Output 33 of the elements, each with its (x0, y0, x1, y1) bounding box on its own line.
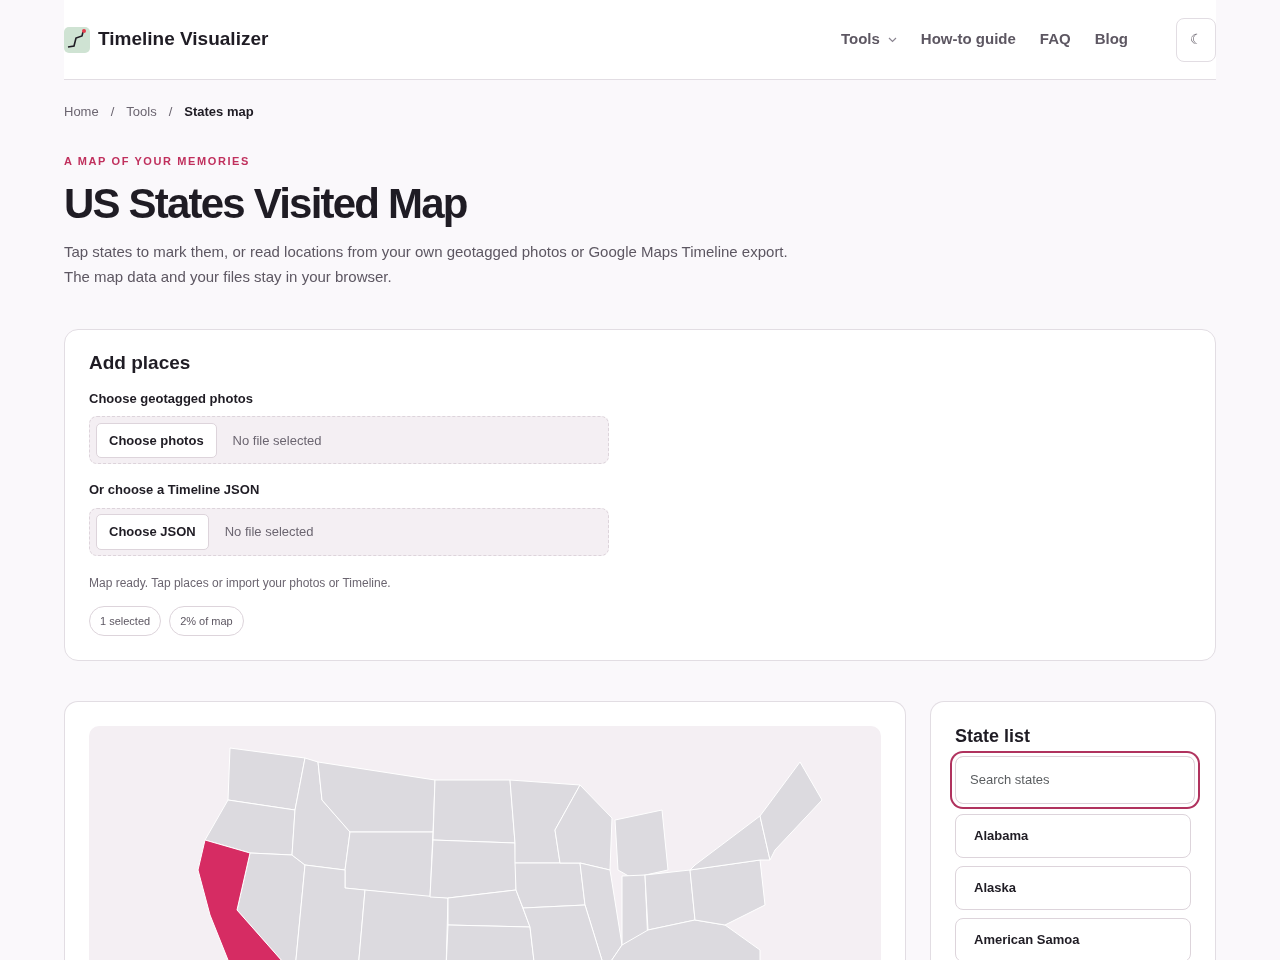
eyebrow-text: A MAP OF YOUR MEMORIES (64, 153, 251, 169)
choose-file-button[interactable]: Choose photos (96, 422, 217, 459)
section-heading: State list (955, 726, 1032, 748)
breadcrumb-link[interactable]: Tools (126, 102, 157, 122)
theme-toggle-button[interactable]: ☾ (1176, 17, 1216, 62)
file-input[interactable]: Choose photos No file selected (89, 416, 609, 465)
stat-pill: 1 selected (89, 605, 162, 637)
section-heading: Add places (89, 352, 192, 375)
logo-icon (64, 26, 90, 53)
breadcrumb-separator: / (109, 103, 116, 121)
breadcrumb-separator: / (167, 103, 174, 121)
intro-text: Tap states to mark them, or read locations from your own geotagged photos or Google Maps Timeline export. The map data and your files stay in your browser. (64, 242, 789, 287)
state-shape[interactable] (236, 852, 306, 960)
nav-link[interactable]: How-to guide (920, 28, 1016, 51)
state-list-item[interactable]: Alabama (955, 813, 1191, 858)
page-title: US States Visited Map (64, 183, 468, 225)
status-message: Map ready. Tap places or import your photos or Timeline. (89, 574, 392, 592)
field-label: Or choose a Timeline JSON (89, 481, 261, 500)
file-status: No file selected (232, 431, 322, 450)
state-shape[interactable] (204, 799, 296, 856)
breadcrumb-link[interactable]: Home (64, 102, 99, 122)
stat-pill: 2% of map (169, 605, 244, 637)
caret-icon (887, 36, 897, 43)
brand-name[interactable]: Timeline Visualizer (98, 25, 269, 54)
nav-link[interactable]: Blog (1094, 28, 1128, 51)
state-list-item[interactable]: Alaska (955, 865, 1191, 910)
field-label: Choose geotagged photos (89, 389, 254, 408)
file-status: No file selected (224, 523, 314, 542)
nav-link[interactable]: FAQ (1039, 28, 1071, 51)
nav-dropdown[interactable]: Tools (840, 28, 897, 51)
file-input[interactable]: Choose JSON No file selected (89, 507, 609, 556)
choose-file-button[interactable]: Choose JSON (96, 514, 209, 550)
state-list-item[interactable]: American Samoa (955, 917, 1191, 960)
